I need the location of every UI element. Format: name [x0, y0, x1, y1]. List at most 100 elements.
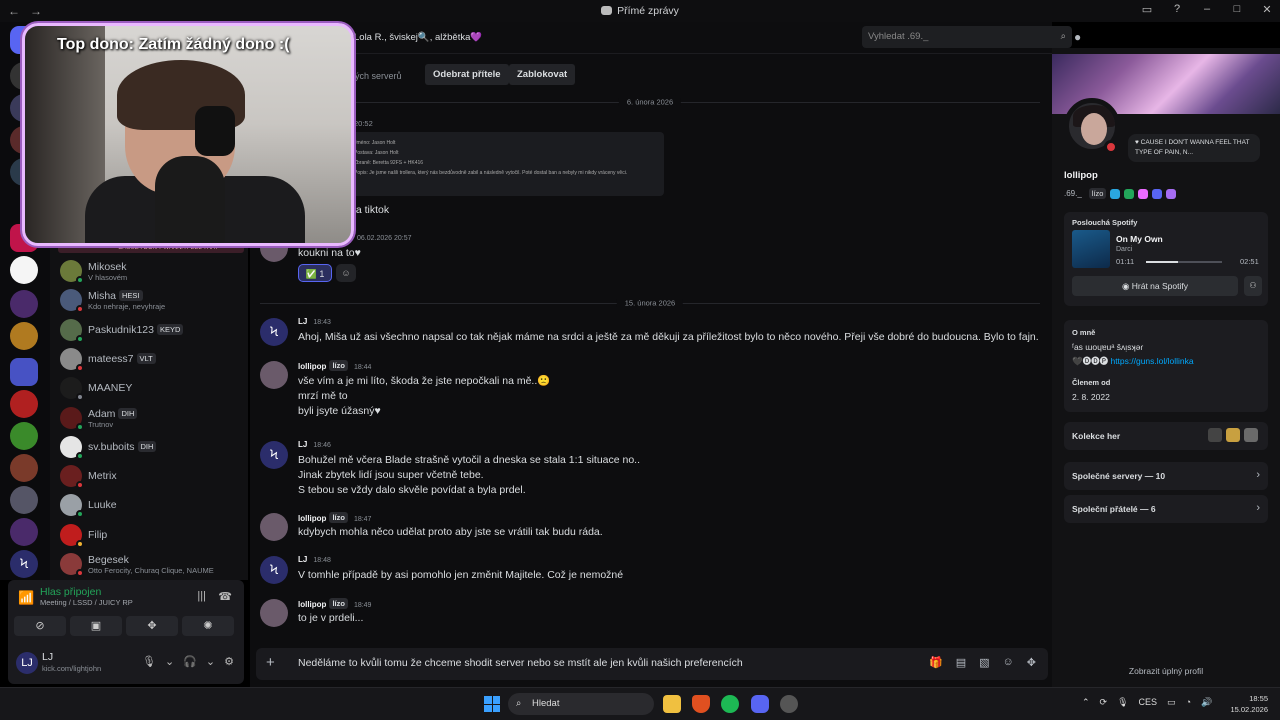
- badge-icon[interactable]: [1124, 188, 1135, 199]
- chevron-up-icon[interactable]: ⌃: [1082, 697, 1090, 708]
- gif-icon[interactable]: ▤: [956, 656, 966, 669]
- message-author[interactable]: LJ: [298, 317, 307, 326]
- start-button[interactable]: [484, 696, 500, 712]
- voice-channel[interactable]: Meeting / LSSD / JUICY RP: [40, 598, 133, 607]
- server-icon[interactable]: [10, 390, 38, 418]
- listen-along-button[interactable]: ⚇: [1244, 276, 1262, 296]
- emoji-icon[interactable]: ☺: [1003, 656, 1014, 669]
- soundboard-button[interactable]: ✺: [182, 616, 234, 636]
- avatar[interactable]: [60, 553, 84, 577]
- server-icon[interactable]: Ϟ: [10, 550, 38, 578]
- dm-item[interactable]: MAANEY: [58, 374, 244, 402]
- avatar[interactable]: Ϟ: [260, 556, 288, 584]
- message-author[interactable]: lollipop: [298, 514, 326, 523]
- avatar[interactable]: [60, 289, 84, 314]
- spotify-icon[interactable]: [721, 695, 739, 713]
- track-artist[interactable]: Darci: [1116, 246, 1132, 253]
- clock[interactable]: 18:55 15.02.2026: [1222, 693, 1268, 715]
- gift-icon[interactable]: 🎁: [929, 656, 943, 669]
- server-icon[interactable]: [10, 486, 38, 514]
- badge-icon[interactable]: [1152, 188, 1163, 199]
- close-button[interactable]: ✕: [1260, 3, 1274, 16]
- message-input[interactable]: Neděláme to kvůli tomu že chceme shodit …: [298, 657, 743, 669]
- game-icon[interactable]: [1244, 428, 1258, 442]
- server-icon[interactable]: [10, 256, 38, 284]
- headphones-icon[interactable]: 🎧: [183, 655, 197, 668]
- album-art[interactable]: [1072, 230, 1110, 268]
- server-icon[interactable]: [10, 290, 38, 318]
- message-composer[interactable]: + Neděláme to kvůli tomu že chceme shodi…: [256, 648, 1048, 680]
- signal-icon[interactable]: 📶: [18, 590, 34, 606]
- volume-icon[interactable]: 🔊: [1201, 697, 1212, 708]
- avatar[interactable]: Ϟ: [260, 441, 288, 469]
- search-input[interactable]: Vyhledat .69._ ⌕: [862, 26, 1072, 48]
- dm-item[interactable]: mateess7 VLT: [58, 345, 244, 373]
- dm-item[interactable]: Misha HESI Kdo nehraje, nevyhraje: [58, 286, 244, 314]
- brave-icon[interactable]: [692, 695, 710, 713]
- track-title[interactable]: On My Own: [1116, 234, 1163, 244]
- block-button[interactable]: Zablokovat: [509, 64, 576, 85]
- about-link[interactable]: https://guns.lol/lollinka: [1110, 356, 1193, 366]
- reaction-chip[interactable]: ✅ 1: [298, 264, 332, 282]
- server-icon[interactable]: [10, 322, 38, 350]
- avatar[interactable]: [60, 435, 84, 460]
- game-icon[interactable]: [1226, 428, 1240, 442]
- dm-item[interactable]: Paskudnik123 KEYD: [58, 316, 244, 344]
- avatar[interactable]: [60, 494, 84, 519]
- microphone-icon[interactable]: 🎙: [142, 655, 156, 668]
- badge-icon[interactable]: [1166, 188, 1177, 199]
- microphone-icon[interactable]: 🎙: [1117, 697, 1128, 708]
- avatar[interactable]: [60, 377, 84, 402]
- avatar[interactable]: [260, 361, 288, 389]
- server-icon[interactable]: [10, 422, 38, 450]
- dm-item[interactable]: Mikosek V hlasovém: [58, 257, 244, 285]
- screen-share-button[interactable]: ▣: [70, 616, 122, 636]
- mutual-servers-row[interactable]: Společné servery — 10 ›: [1064, 462, 1268, 490]
- badge-icon[interactable]: [1138, 188, 1149, 199]
- taskbar-search[interactable]: ⌕ Hledat: [508, 693, 654, 715]
- folder-icon[interactable]: [10, 358, 38, 386]
- remove-friend-button[interactable]: Odebrat přítele: [425, 64, 509, 85]
- gear-icon[interactable]: ⚙: [224, 655, 234, 668]
- plus-icon[interactable]: +: [266, 654, 275, 671]
- avatar[interactable]: [60, 523, 84, 548]
- inbox-icon[interactable]: ▭: [1140, 3, 1154, 16]
- server-icon[interactable]: [10, 518, 38, 546]
- help-icon[interactable]: ?: [1170, 3, 1184, 16]
- avatar[interactable]: LJ: [16, 652, 38, 674]
- file-explorer-icon[interactable]: [663, 695, 681, 713]
- mutual-servers-link[interactable]: ných serverů: [350, 71, 402, 81]
- chevron-down-icon[interactable]: ⌄: [206, 655, 215, 668]
- network-icon[interactable]: ◔: [1186, 697, 1191, 708]
- avatar[interactable]: [260, 599, 288, 627]
- message-author[interactable]: LJ: [298, 440, 307, 449]
- avatar[interactable]: [260, 513, 288, 541]
- add-reaction-button[interactable]: ☺: [336, 264, 356, 282]
- server-icon[interactable]: [10, 454, 38, 482]
- profile-icon[interactable]: ●: [1074, 30, 1081, 44]
- avatar[interactable]: [60, 318, 84, 343]
- language-indicator[interactable]: CES: [1139, 697, 1158, 708]
- play-on-spotify-button[interactable]: ◉ Hrát na Spotify: [1072, 276, 1238, 296]
- dm-item[interactable]: Adam DIH Trutnov: [58, 404, 244, 432]
- game-collection-card[interactable]: Kolekce her: [1064, 422, 1268, 450]
- dm-item[interactable]: Begesek Otto Ferocity, Churaq Clique, NAU…: [58, 550, 244, 578]
- message-author[interactable]: lollipop: [298, 362, 326, 371]
- avatar[interactable]: [60, 260, 84, 284]
- camera-off-button[interactable]: ⊘: [14, 616, 66, 636]
- message-author[interactable]: lollipop: [298, 600, 326, 609]
- discord-icon[interactable]: [751, 695, 769, 713]
- dm-item[interactable]: Filip: [58, 521, 244, 549]
- sync-icon[interactable]: ⟳: [1100, 697, 1108, 708]
- dm-item[interactable]: Metrix: [58, 462, 244, 490]
- noise-suppression-icon[interactable]: |||: [197, 590, 206, 602]
- maximize-button[interactable]: □: [1230, 3, 1244, 16]
- badge-icon[interactable]: [1110, 188, 1121, 199]
- avatar[interactable]: [60, 465, 84, 490]
- mutual-friends-row[interactable]: Společní přátelé — 6 ›: [1064, 495, 1268, 523]
- chevron-down-icon[interactable]: ⌄: [165, 655, 174, 668]
- minimize-button[interactable]: –: [1200, 3, 1214, 16]
- display-icon[interactable]: ▭: [1167, 697, 1176, 708]
- game-icon[interactable]: [1208, 428, 1222, 442]
- view-full-profile-link[interactable]: Zobrazit úplný profil: [1052, 666, 1280, 676]
